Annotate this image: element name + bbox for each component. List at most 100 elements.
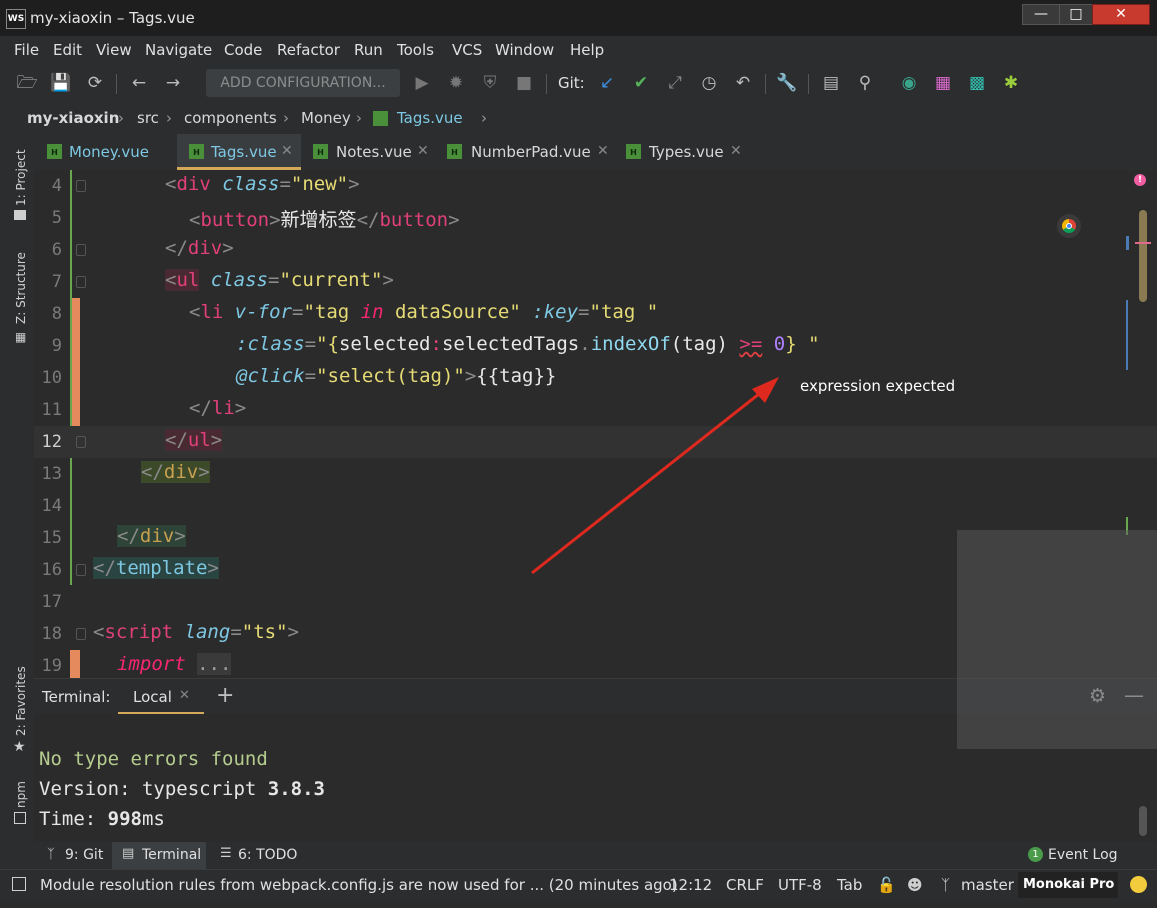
chevron-right-icon: › (166, 109, 172, 127)
window-title: my-xiaoxin – Tags.vue (30, 9, 195, 27)
maximize-button[interactable]: □ (1059, 4, 1093, 25)
annotation-text: expression expected (800, 377, 956, 395)
tab-terminal-local[interactable]: Local ✕ (118, 679, 204, 715)
menu-vcs[interactable]: VCS (452, 41, 482, 59)
search-icon[interactable]: ⚲ (853, 71, 877, 95)
menu-navigate[interactable]: Navigate (145, 41, 212, 59)
npm-tool-button[interactable]: npm (14, 781, 28, 808)
close-tab-icon[interactable]: ✕ (281, 143, 293, 159)
breadcrumb-components[interactable]: components (184, 109, 277, 127)
terminal-tab-label: Local (133, 688, 172, 706)
plugins-icon[interactable]: ✱ (999, 71, 1023, 95)
menu-window[interactable]: Window (495, 41, 554, 59)
terminal-scrollbar[interactable] (1139, 806, 1147, 836)
ide-features-icon[interactable]: ▩ (965, 71, 989, 95)
status-bar: Module resolution rules from webpack.con… (0, 869, 1157, 901)
jetbrains-toolbox-icon[interactable]: ▦ (931, 71, 955, 95)
webstorm-logo-icon: WS (6, 9, 26, 29)
breadcrumb-src[interactable]: src (137, 109, 159, 127)
add-terminal-icon[interactable]: + (216, 683, 234, 708)
favorites-tool-button[interactable]: 2: Favorites (14, 666, 28, 736)
coverage-icon[interactable]: ⛨ (478, 71, 502, 95)
open-folder-icon[interactable]: 🗁 (15, 71, 39, 95)
breadcrumb-project[interactable]: my-xiaoxin (27, 109, 119, 127)
tab-notes-vue[interactable]: H Notes.vue ✕ (304, 134, 434, 170)
terminal-tool-button[interactable]: ▤ Terminal (112, 842, 206, 869)
layout-icon[interactable] (12, 877, 26, 891)
rollback-icon[interactable]: ↶ (731, 71, 755, 95)
menu-tools[interactable]: Tools (397, 41, 434, 59)
toolbar-divider (808, 74, 809, 94)
tab-numberpad-vue[interactable]: H NumberPad.vue ✕ (437, 134, 615, 170)
history-icon[interactable]: ◷ (697, 71, 721, 95)
menu-help[interactable]: Help (570, 41, 604, 59)
event-log-button[interactable]: Event Log (1048, 847, 1118, 863)
indent-setting[interactable]: Tab (837, 876, 862, 894)
structure-tool-button[interactable]: Z: Structure (14, 252, 28, 324)
tab-types-vue[interactable]: H Types.vue ✕ (617, 134, 747, 170)
status-message[interactable]: Module resolution rules from webpack.con… (40, 876, 678, 894)
title-bar: WS my-xiaoxin – Tags.vue — □ ✕ (0, 0, 1157, 36)
close-tab-icon[interactable]: ✕ (417, 143, 429, 159)
wrench-icon[interactable]: 🔧 (775, 71, 799, 95)
menu-edit[interactable]: Edit (53, 41, 82, 59)
stop-icon[interactable]: ■ (512, 71, 536, 95)
menu-view[interactable]: View (96, 41, 132, 59)
main-toolbar: 🗁 💾 ⟳ ← → ADD CONFIGURATION... ▶ ✹ ⛨ ■ G… (0, 64, 1157, 102)
git-branch-icon: ᛉ (47, 847, 55, 862)
scroll-marker (1126, 236, 1129, 250)
back-arrow-icon[interactable]: ← (127, 71, 151, 95)
minimize-button[interactable]: — (1022, 4, 1060, 25)
star-icon: ★ (13, 739, 26, 755)
tab-tags-vue[interactable]: H Tags.vue ✕ (177, 134, 301, 170)
plugin-status-icon[interactable]: ◉ (897, 71, 921, 95)
breadcrumb-file[interactable]: Tags.vue (397, 109, 463, 127)
terminal-line: Version: typescript 3.8.3 (39, 778, 325, 800)
error-icon[interactable]: ! (1134, 174, 1146, 186)
menu-file[interactable]: File (14, 41, 39, 59)
chevron-right-icon: › (283, 109, 289, 127)
git-commit-icon[interactable]: ✔ (629, 71, 653, 95)
run-icon[interactable]: ▶ (410, 71, 434, 95)
menu-refactor[interactable]: Refactor (277, 41, 340, 59)
notification-icon[interactable] (1130, 876, 1147, 893)
project-tool-button[interactable]: 1: Project (14, 149, 28, 206)
lock-icon[interactable]: 🔓 (877, 876, 896, 894)
todo-tool-button[interactable]: 6: TODO (238, 847, 297, 863)
vue-file-icon: H (313, 144, 328, 159)
tab-money-vue[interactable]: H Money.vue (34, 134, 174, 170)
git-push-icon[interactable]: ⤢ (663, 71, 687, 95)
chevron-right-icon: › (356, 109, 362, 127)
terminal-icon: ▤ (122, 846, 135, 861)
git-update-icon[interactable]: ↙ (595, 71, 619, 95)
caret-position[interactable]: 12:12 (669, 876, 712, 894)
vue-file-icon: H (447, 144, 462, 159)
close-tab-icon[interactable]: ✕ (597, 143, 609, 159)
refresh-icon[interactable]: ⟳ (83, 71, 107, 95)
menu-run[interactable]: Run (354, 41, 383, 59)
save-icon[interactable]: 💾 (49, 71, 73, 95)
breadcrumb: my-xiaoxin › src › components › Money › … (0, 102, 1157, 134)
forward-arrow-icon[interactable]: → (161, 71, 185, 95)
close-tab-icon[interactable]: ✕ (179, 688, 190, 703)
file-encoding[interactable]: UTF-8 (778, 876, 822, 894)
add-configuration-button[interactable]: ADD CONFIGURATION... (206, 69, 400, 97)
debug-icon[interactable]: ✹ (444, 71, 468, 95)
git-tool-button[interactable]: 9: Git (65, 847, 103, 863)
chrome-icon[interactable] (1057, 214, 1081, 238)
editor-scrollbar[interactable] (1139, 210, 1147, 302)
terminal-icon[interactable]: ▤ (819, 71, 843, 95)
git-label: Git: (558, 74, 585, 92)
left-tool-strip: 1: Project Z: Structure ▦ 2: Favorites ★… (0, 134, 34, 888)
theme-label: Monokai Pro (1023, 877, 1115, 892)
theme-widget[interactable]: Monokai Pro (1018, 872, 1118, 898)
close-tab-icon[interactable]: ✕ (730, 143, 742, 159)
git-branch[interactable]: master (961, 876, 1014, 894)
menu-code[interactable]: Code (224, 41, 262, 59)
terminal-line: No type errors found (39, 748, 268, 770)
inspector-icon[interactable]: ☻ (907, 876, 923, 894)
close-window-button[interactable]: ✕ (1092, 4, 1150, 25)
toolbar-divider (765, 74, 766, 94)
breadcrumb-money[interactable]: Money (301, 109, 351, 127)
line-separator[interactable]: CRLF (726, 876, 764, 894)
